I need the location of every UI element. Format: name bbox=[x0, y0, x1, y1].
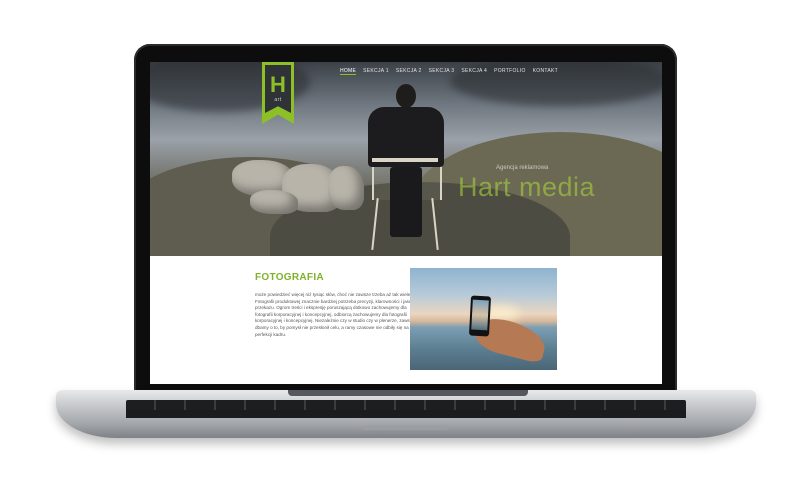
nav-sekcja-1[interactable]: SEKCJA 1 bbox=[363, 68, 389, 75]
nav-sekcja-3[interactable]: SEKCJA 3 bbox=[429, 68, 455, 75]
hero-banner: H art HOME SEKCJA 1 SEKCJA 2 SEKCJA 3 SE… bbox=[150, 62, 662, 256]
nav-sekcja-2[interactable]: SEKCJA 2 bbox=[396, 68, 422, 75]
logo-subtext: art bbox=[274, 97, 282, 103]
hero-title: Hart media bbox=[458, 172, 596, 202]
rock-graphic bbox=[328, 166, 364, 210]
nav-kontakt[interactable]: KONTAKT bbox=[533, 68, 558, 75]
site-logo[interactable]: H art bbox=[262, 62, 294, 124]
person-legs-graphic bbox=[390, 167, 422, 237]
section-photo bbox=[410, 268, 557, 370]
main-nav: HOME SEKCJA 1 SEKCJA 2 SEKCJA 3 SEKCJA 4… bbox=[339, 68, 558, 75]
nav-sekcja-4[interactable]: SEKCJA 4 bbox=[461, 68, 487, 75]
laptop-hinge bbox=[288, 390, 528, 396]
nav-home[interactable]: HOME bbox=[339, 68, 357, 75]
hero-kicker: Agencja reklamowa bbox=[496, 165, 549, 171]
laptop-base bbox=[56, 390, 756, 438]
laptop-screen: H art HOME SEKCJA 1 SEKCJA 2 SEKCJA 3 SE… bbox=[150, 62, 662, 384]
logo-letter: H bbox=[270, 72, 286, 97]
section-title: FOTOGRAFIA bbox=[255, 272, 324, 283]
section-text: może powiedzieć więcej niż tysiąc słów, … bbox=[255, 292, 420, 337]
person-head-graphic bbox=[396, 84, 416, 108]
trackpad-notch bbox=[361, 426, 451, 430]
content-section: FOTOGRAFIA może powiedzieć więcej niż ty… bbox=[150, 256, 662, 384]
rock-graphic bbox=[250, 190, 298, 214]
phone-icon bbox=[468, 295, 492, 337]
nav-portfolio[interactable]: PORTFOLIO bbox=[494, 68, 526, 75]
keyboard-row-graphic bbox=[126, 410, 686, 418]
chair-seat-graphic bbox=[372, 158, 438, 162]
